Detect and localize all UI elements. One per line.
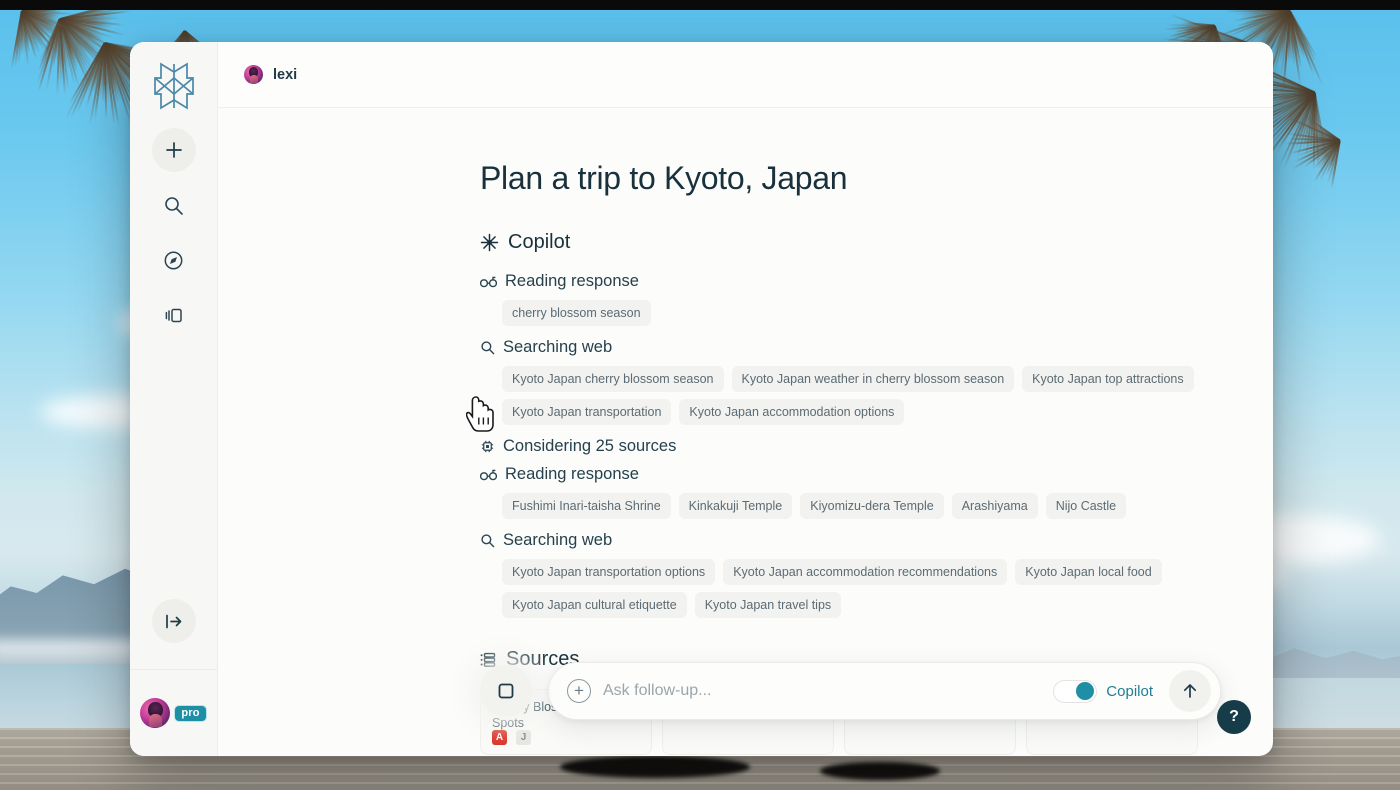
step-label: Considering 25 sources <box>503 437 676 456</box>
step-reading-response-2: Reading response <box>480 465 1273 484</box>
sidebar-item-new-thread[interactable] <box>152 128 196 172</box>
topbar-avatar[interactable] <box>244 65 263 84</box>
cpu-icon <box>480 439 495 454</box>
favicon: A <box>492 730 507 745</box>
attachment-square-icon[interactable] <box>480 665 532 717</box>
chip[interactable]: Arashiyama <box>952 493 1038 519</box>
step-label: Searching web <box>503 531 612 550</box>
page-title: Plan a trip to Kyoto, Japan <box>480 160 1273 197</box>
library-icon <box>163 305 184 326</box>
source-favicons: A J <box>492 730 640 745</box>
left-sidebar: pro <box>130 42 218 756</box>
chip-group-4: Kyoto Japan transportation options Kyoto… <box>502 559 1273 618</box>
chip[interactable]: Kyoto Japan transportation <box>502 399 671 425</box>
sidebar-item-search[interactable] <box>152 183 196 227</box>
chip[interactable]: cherry blossom season <box>502 300 651 326</box>
step-label: Searching web <box>503 338 612 357</box>
expand-sidebar-icon[interactable] <box>152 599 196 643</box>
step-considering-sources: Considering 25 sources <box>480 437 1273 456</box>
chip[interactable]: Kyoto Japan top attractions <box>1022 366 1193 392</box>
help-button[interactable]: ? <box>1217 700 1251 734</box>
followup-bar-wrapper: + Copilot <box>548 662 1221 720</box>
top-bar: lexi <box>218 42 1273 108</box>
arrow-up-icon <box>1180 681 1200 701</box>
step-searching-web-2: Searching web <box>480 531 1273 550</box>
avatar[interactable] <box>140 698 170 728</box>
deck-shadow <box>820 762 940 780</box>
chip[interactable]: Kyoto Japan accommodation recommendation… <box>723 559 1007 585</box>
desktop-wallpaper: pro lexi Plan a trip to Kyoto, Japan Cop… <box>0 0 1400 790</box>
square-icon <box>496 681 516 701</box>
search-icon <box>480 340 495 355</box>
followup-input-bar[interactable]: + Copilot <box>548 662 1221 720</box>
perplexity-logo-icon[interactable] <box>151 60 197 112</box>
plus-circle-icon[interactable]: + <box>567 679 591 703</box>
sidebar-item-discover[interactable] <box>152 238 196 282</box>
search-icon <box>480 533 495 548</box>
chip-group-1: cherry blossom season <box>502 300 1273 326</box>
step-label: Reading response <box>505 465 639 484</box>
step-searching-web-1: Searching web <box>480 338 1273 357</box>
chip[interactable]: Nijo Castle <box>1046 493 1126 519</box>
main-panel: lexi Plan a trip to Kyoto, Japan Copilot <box>218 42 1273 756</box>
plus-icon <box>164 140 184 160</box>
chip-group-2: Kyoto Japan cherry blossom season Kyoto … <box>502 366 1273 425</box>
chip[interactable]: Kyoto Japan transportation options <box>502 559 715 585</box>
sidebar-item-library[interactable] <box>152 293 196 337</box>
chip[interactable]: Kyoto Japan cultural etiquette <box>502 592 687 618</box>
copilot-switch[interactable] <box>1053 680 1097 703</box>
glasses-icon <box>480 469 497 481</box>
chip[interactable]: Kinkakuji Temple <box>679 493 793 519</box>
copilot-toggle-label: Copilot <box>1106 683 1153 700</box>
chip[interactable]: Kiyomizu-dera Temple <box>800 493 943 519</box>
copilot-toggle[interactable]: Copilot <box>1053 680 1153 703</box>
favicon: J <box>516 730 531 745</box>
step-reading-response-1: Reading response <box>480 272 1273 291</box>
screen-top-bar <box>0 0 1400 10</box>
topbar-username: lexi <box>273 67 297 83</box>
followup-input[interactable] <box>603 682 1041 700</box>
switch-knob <box>1076 682 1094 700</box>
chip[interactable]: Fushimi Inari-taisha Shrine <box>502 493 671 519</box>
deck-shadow <box>560 756 750 778</box>
sparkle-icon <box>480 233 499 252</box>
chip[interactable]: Kyoto Japan travel tips <box>695 592 841 618</box>
step-label: Reading response <box>505 272 639 291</box>
search-icon <box>163 195 184 216</box>
chip[interactable]: Kyoto Japan cherry blossom season <box>502 366 724 392</box>
send-button[interactable] <box>1169 670 1211 712</box>
sources-list-icon <box>480 651 497 668</box>
copilot-section-header: Copilot <box>480 231 1273 254</box>
app-window: pro lexi Plan a trip to Kyoto, Japan Cop… <box>130 42 1273 756</box>
chip[interactable]: Kyoto Japan weather in cherry blossom se… <box>732 366 1015 392</box>
chip[interactable]: Kyoto Japan accommodation options <box>679 399 904 425</box>
thread-content: Plan a trip to Kyoto, Japan Copilot Read… <box>218 108 1273 756</box>
sidebar-user-profile[interactable]: pro <box>140 670 206 756</box>
pro-badge: pro <box>174 705 206 722</box>
compass-icon <box>163 250 184 271</box>
chip-group-3: Fushimi Inari-taisha Shrine Kinkakuji Te… <box>502 493 1273 519</box>
copilot-label: Copilot <box>508 231 570 254</box>
chip[interactable]: Kyoto Japan local food <box>1015 559 1161 585</box>
glasses-icon <box>480 276 497 288</box>
